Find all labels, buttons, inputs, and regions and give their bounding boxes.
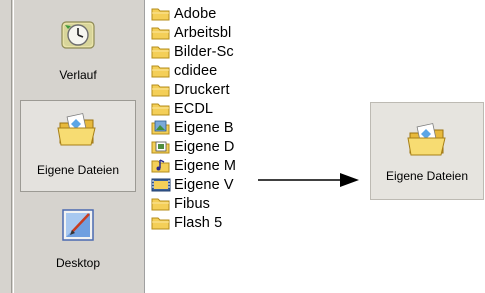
places-bar-border	[11, 0, 12, 293]
list-item-name: Eigene M	[174, 158, 237, 174]
arrow-right-icon	[258, 173, 359, 187]
places-bar: Verlauf Eigene Dateien Desktop	[0, 0, 144, 293]
folder-icon	[151, 198, 170, 211]
list-item[interactable]: Arbeitsbl	[150, 24, 260, 42]
list-item[interactable]: Fibus	[150, 195, 260, 213]
place-desktop-label: Desktop	[55, 256, 101, 270]
place-history-label: Verlauf	[59, 68, 97, 82]
list-item-name: Druckert	[174, 82, 230, 98]
list-item[interactable]: Eigene D	[150, 138, 260, 156]
folder-icon	[151, 8, 170, 21]
desktop-icon	[62, 209, 94, 241]
list-item[interactable]: Bilder-Sc	[150, 43, 260, 61]
open-folder-documents-icon	[407, 123, 446, 156]
folder-icon	[151, 27, 170, 40]
videos-folder-icon	[151, 178, 171, 192]
pictures-folder-icon	[151, 120, 170, 135]
list-item-name: Flash 5	[174, 215, 223, 231]
places-divider	[144, 0, 148, 293]
folder-icon	[151, 84, 170, 97]
list-item-name: Eigene B	[174, 120, 234, 136]
list-item-name: Bilder-Sc	[174, 44, 234, 60]
list-item-name: ECDL	[174, 101, 214, 117]
list-item-name: Eigene D	[174, 139, 235, 155]
clock-history-icon	[61, 21, 95, 49]
list-item[interactable]: Eigene V	[150, 176, 260, 194]
folder-icon	[151, 103, 170, 116]
list-item[interactable]: Eigene B	[150, 119, 260, 137]
documents-folder-icon	[151, 141, 170, 154]
callout-label: Eigene Dateien	[385, 169, 469, 183]
list-item[interactable]: ECDL	[150, 100, 260, 118]
folder-icon	[151, 46, 170, 59]
file-list: Adobe Arbeitsbl Bilder-Sc cdidee Drucker…	[150, 0, 260, 293]
place-history[interactable]: Verlauf	[20, 8, 136, 94]
list-item[interactable]: Druckert	[150, 81, 260, 99]
folder-icon	[151, 65, 170, 78]
list-item-name: Fibus	[174, 196, 210, 212]
place-desktop[interactable]: Desktop	[20, 200, 136, 286]
list-item[interactable]: Eigene M	[150, 157, 260, 175]
music-folder-icon	[151, 159, 170, 173]
my-documents-callout: Eigene Dateien	[370, 102, 484, 200]
places-bar-highlight	[13, 0, 14, 293]
list-item-name: Arbeitsbl	[174, 25, 232, 41]
place-my-documents[interactable]: Eigene Dateien	[20, 100, 136, 192]
list-item[interactable]: Adobe	[150, 5, 260, 23]
list-item-name: Adobe	[174, 6, 217, 22]
place-my-documents-label: Eigene Dateien	[36, 163, 120, 177]
folder-icon	[151, 217, 170, 230]
list-item-name: cdidee	[174, 63, 218, 79]
list-item-name: Eigene V	[174, 177, 234, 193]
list-item[interactable]: cdidee	[150, 62, 260, 80]
open-folder-documents-icon	[57, 113, 96, 146]
list-item[interactable]: Flash 5	[150, 214, 260, 232]
